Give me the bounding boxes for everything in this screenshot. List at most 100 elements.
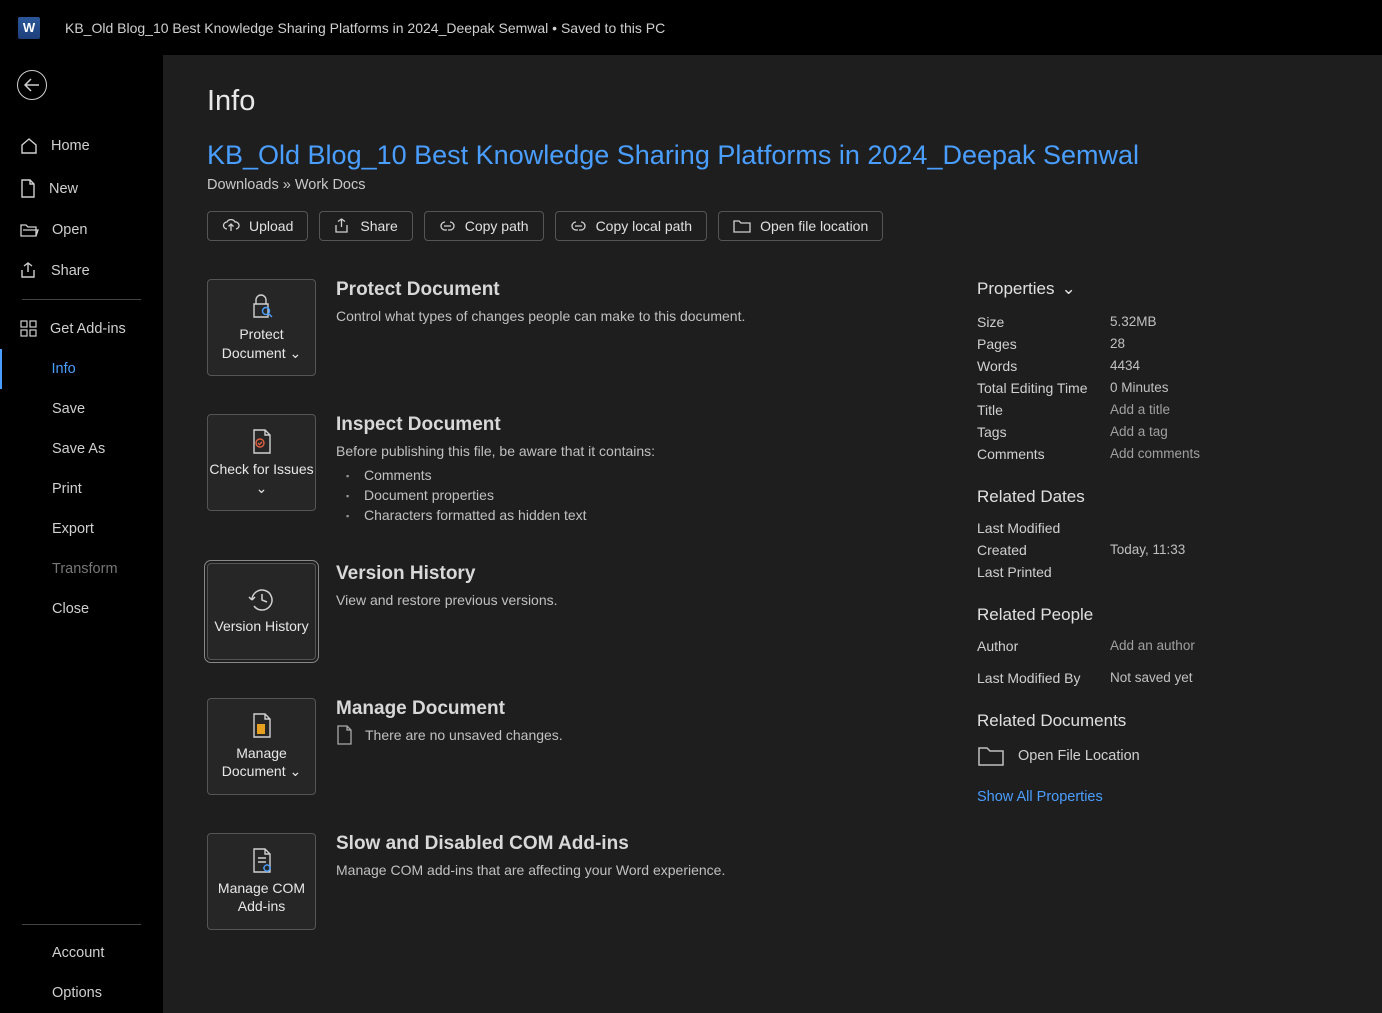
prop-label: Last Modified bbox=[977, 520, 1110, 536]
sidebar-item-addins[interactable]: Get Add-ins bbox=[0, 308, 163, 349]
sidebar: Home New Open Share Get Add-ins Info Sav… bbox=[0, 55, 163, 1013]
manage-document-button[interactable]: Manage Document ⌄ bbox=[207, 698, 316, 795]
sidebar-item-account[interactable]: Account bbox=[0, 933, 163, 973]
button-label: Version History bbox=[214, 617, 308, 635]
upload-button[interactable]: Upload bbox=[207, 211, 308, 241]
sidebar-label: Print bbox=[52, 481, 82, 497]
share-icon bbox=[20, 262, 38, 279]
sidebar-item-save[interactable]: Save bbox=[0, 389, 163, 429]
chevron-down-icon: ⌄ bbox=[289, 344, 301, 362]
chevron-down-icon: ⌄ bbox=[256, 479, 268, 497]
prop-label: Last Printed bbox=[977, 564, 1110, 580]
folder-icon bbox=[733, 219, 751, 233]
divider bbox=[22, 924, 141, 925]
sidebar-label: Account bbox=[52, 945, 104, 961]
check-issues-button[interactable]: Check for Issues ⌄ bbox=[207, 414, 316, 511]
action-label: Upload bbox=[249, 218, 293, 234]
section-heading: Manage Document bbox=[336, 698, 927, 720]
protect-document-button[interactable]: Protect Document ⌄ bbox=[207, 279, 316, 376]
section-text: There are no unsaved changes. bbox=[365, 727, 563, 743]
prop-value-add-comments[interactable]: Add comments bbox=[1110, 446, 1200, 462]
sidebar-label: Transform bbox=[52, 561, 118, 577]
sidebar-label: Get Add-ins bbox=[50, 321, 126, 337]
prop-value: 0 Minutes bbox=[1110, 380, 1169, 396]
open-location-button[interactable]: Open file location bbox=[718, 211, 883, 241]
link-icon bbox=[439, 220, 456, 232]
sidebar-item-share[interactable]: Share bbox=[0, 250, 163, 291]
action-label: Copy local path bbox=[596, 218, 693, 234]
sidebar-item-new[interactable]: New bbox=[0, 167, 163, 210]
history-icon bbox=[248, 587, 275, 612]
inspect-doc-icon bbox=[250, 428, 274, 455]
prop-label: Comments bbox=[977, 446, 1110, 462]
prop-label: Words bbox=[977, 358, 1110, 374]
share-icon bbox=[334, 218, 351, 234]
section-text: Manage COM add-ins that are affecting yo… bbox=[336, 860, 927, 882]
titlebar-text: KB_Old Blog_10 Best Knowledge Sharing Pl… bbox=[65, 20, 665, 36]
manage-com-addins-button[interactable]: Manage COM Add-ins bbox=[207, 833, 316, 930]
prop-label: Created bbox=[977, 542, 1110, 558]
related-dates-header: Related Dates bbox=[977, 487, 1257, 507]
prop-value: Not saved yet bbox=[1110, 670, 1193, 686]
page-title: Info bbox=[207, 85, 1338, 118]
share-button[interactable]: Share bbox=[319, 211, 412, 241]
link-icon bbox=[570, 220, 587, 232]
sidebar-item-home[interactable]: Home bbox=[0, 125, 163, 167]
prop-value: Today, 11:33 bbox=[1110, 542, 1185, 558]
folder-icon bbox=[977, 745, 1005, 767]
prop-value-add-title[interactable]: Add a title bbox=[1110, 402, 1170, 418]
folder-open-icon bbox=[20, 222, 39, 238]
sidebar-item-close[interactable]: Close bbox=[0, 589, 163, 629]
prop-value-add-tag[interactable]: Add a tag bbox=[1110, 424, 1168, 440]
breadcrumb: Downloads » Work Docs bbox=[207, 177, 1338, 193]
show-all-properties-link[interactable]: Show All Properties bbox=[977, 789, 1257, 805]
prop-label: Pages bbox=[977, 336, 1110, 352]
sidebar-item-info[interactable]: Info bbox=[0, 349, 163, 389]
sidebar-item-open[interactable]: Open bbox=[0, 210, 163, 250]
button-label: Manage Document ⌄ bbox=[208, 744, 315, 780]
new-doc-icon bbox=[20, 179, 36, 198]
prop-label: Last Modified By bbox=[977, 670, 1110, 686]
list-item: Comments bbox=[336, 465, 927, 485]
related-docs-header: Related Documents bbox=[977, 711, 1257, 731]
addins-icon bbox=[20, 320, 37, 337]
sidebar-item-transform: Transform bbox=[0, 549, 163, 589]
sidebar-label: Share bbox=[51, 263, 90, 279]
content-area: Info KB_Old Blog_10 Best Knowledge Shari… bbox=[163, 55, 1382, 1013]
open-file-location-label: Open File Location bbox=[1018, 748, 1140, 764]
copy-local-path-button[interactable]: Copy local path bbox=[555, 211, 708, 241]
related-people-header: Related People bbox=[977, 605, 1257, 625]
version-history-button[interactable]: Version History bbox=[207, 563, 316, 660]
prop-label: Author bbox=[977, 638, 1110, 654]
manage-doc-icon bbox=[250, 712, 274, 739]
home-icon bbox=[20, 137, 38, 155]
chevron-down-icon: ⌄ bbox=[1061, 279, 1075, 299]
chevron-down-icon: ⌄ bbox=[289, 762, 301, 780]
gear-doc-icon bbox=[250, 847, 274, 874]
sidebar-item-saveas[interactable]: Save As bbox=[0, 429, 163, 469]
sidebar-item-print[interactable]: Print bbox=[0, 469, 163, 509]
action-label: Copy path bbox=[465, 218, 529, 234]
properties-dropdown[interactable]: Properties ⌄ bbox=[977, 279, 1257, 299]
sidebar-item-export[interactable]: Export bbox=[0, 509, 163, 549]
section-heading: Inspect Document bbox=[336, 414, 927, 436]
prop-value-add-author[interactable]: Add an author bbox=[1110, 638, 1195, 654]
prop-value: 28 bbox=[1110, 336, 1125, 352]
prop-value: 5.32MB bbox=[1110, 314, 1157, 330]
arrow-left-icon bbox=[24, 78, 40, 92]
properties-header-text: Properties bbox=[977, 279, 1054, 299]
button-label: Check for Issues ⌄ bbox=[208, 460, 315, 496]
open-file-location-link[interactable]: Open File Location bbox=[977, 745, 1257, 767]
divider bbox=[22, 299, 141, 300]
sidebar-item-options[interactable]: Options bbox=[0, 973, 163, 1013]
copy-path-button[interactable]: Copy path bbox=[424, 211, 544, 241]
sidebar-label: New bbox=[49, 181, 78, 197]
back-button[interactable] bbox=[17, 70, 47, 100]
document-title: KB_Old Blog_10 Best Knowledge Sharing Pl… bbox=[207, 140, 1338, 171]
sidebar-label: Export bbox=[52, 521, 94, 537]
section-heading: Protect Document bbox=[336, 279, 927, 301]
action-label: Open file location bbox=[760, 218, 868, 234]
section-heading: Version History bbox=[336, 563, 927, 585]
sidebar-label: Save As bbox=[52, 441, 105, 457]
section-text: Before publishing this file, be aware th… bbox=[336, 441, 927, 463]
